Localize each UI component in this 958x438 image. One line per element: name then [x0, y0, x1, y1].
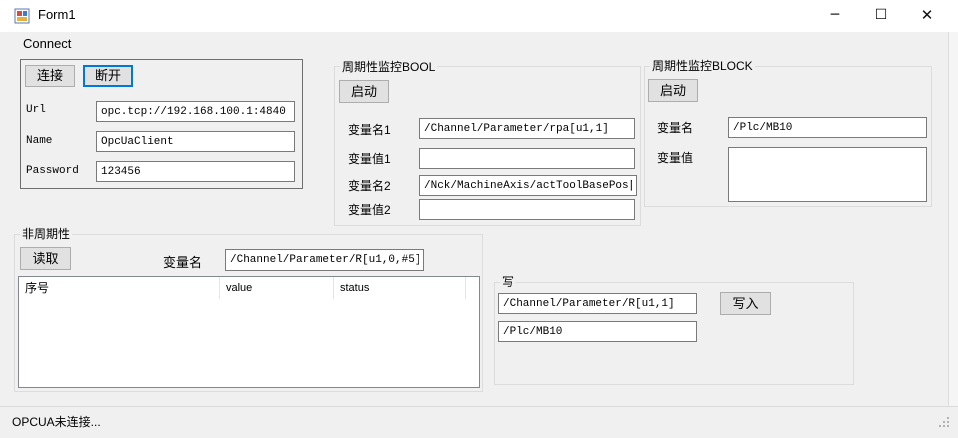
name-label: Name [26, 135, 53, 147]
disconnect-button[interactable]: 断开 [83, 65, 133, 87]
block-monitor-title: 周期性监控BLOCK [650, 57, 755, 74]
bool-start-button[interactable]: 启动 [339, 80, 389, 103]
block-var-name-field[interactable] [728, 117, 927, 138]
column-header-index[interactable]: 序号 [19, 277, 220, 299]
bool-var-value1-label: 变量值1 [348, 152, 391, 166]
password-label: Password [26, 165, 79, 177]
bool-var-name2-field[interactable] [419, 175, 637, 196]
url-field[interactable] [96, 101, 295, 122]
connect-button[interactable]: 连接 [25, 65, 75, 87]
column-header-value[interactable]: value [220, 277, 334, 299]
bool-var-value2-label: 变量值2 [348, 203, 391, 217]
write-button[interactable]: 写入 [720, 292, 771, 315]
aperiodic-var-name-field[interactable] [225, 249, 424, 271]
write-address-field-2[interactable] [498, 321, 697, 342]
bool-monitor-title: 周期性监控BOOL [340, 58, 438, 75]
results-list[interactable]: 序号 value status [18, 276, 480, 388]
bool-var-value2-field[interactable] [419, 199, 635, 220]
menu-bar [0, 32, 948, 54]
url-label: Url [26, 104, 46, 116]
write-title: 写 [500, 273, 517, 290]
bool-var-name1-label: 变量名1 [348, 123, 391, 137]
minimize-button[interactable]: ─ [812, 0, 858, 32]
name-field[interactable] [96, 131, 295, 152]
read-button[interactable]: 读取 [20, 247, 71, 270]
block-var-value-field[interactable] [728, 147, 927, 202]
bool-var-value1-field[interactable] [419, 148, 635, 169]
block-var-name-label: 变量名 [657, 121, 694, 135]
bool-var-name1-field[interactable] [419, 118, 635, 139]
status-text: OPCUA未连接... [12, 415, 101, 429]
aperiodic-title: 非周期性 [20, 225, 73, 242]
status-bar [0, 406, 958, 438]
write-address-field-1[interactable] [498, 293, 697, 314]
maximize-button[interactable]: ☐ [858, 0, 904, 32]
aperiodic-var-name-label: 变量名 [163, 255, 203, 270]
resize-grip-icon[interactable] [938, 416, 950, 428]
menu-item-connect[interactable]: Connect [23, 36, 71, 51]
window-title: Form1 [38, 7, 76, 22]
app-icon [14, 8, 30, 24]
password-field[interactable] [96, 161, 295, 182]
close-button[interactable]: ✕ [904, 0, 950, 32]
window-edge [948, 32, 958, 407]
bool-var-name2-label: 变量名2 [348, 179, 391, 193]
block-var-value-label: 变量值 [657, 151, 694, 165]
column-header-status[interactable]: status [334, 277, 466, 299]
block-start-button[interactable]: 启动 [648, 79, 698, 102]
